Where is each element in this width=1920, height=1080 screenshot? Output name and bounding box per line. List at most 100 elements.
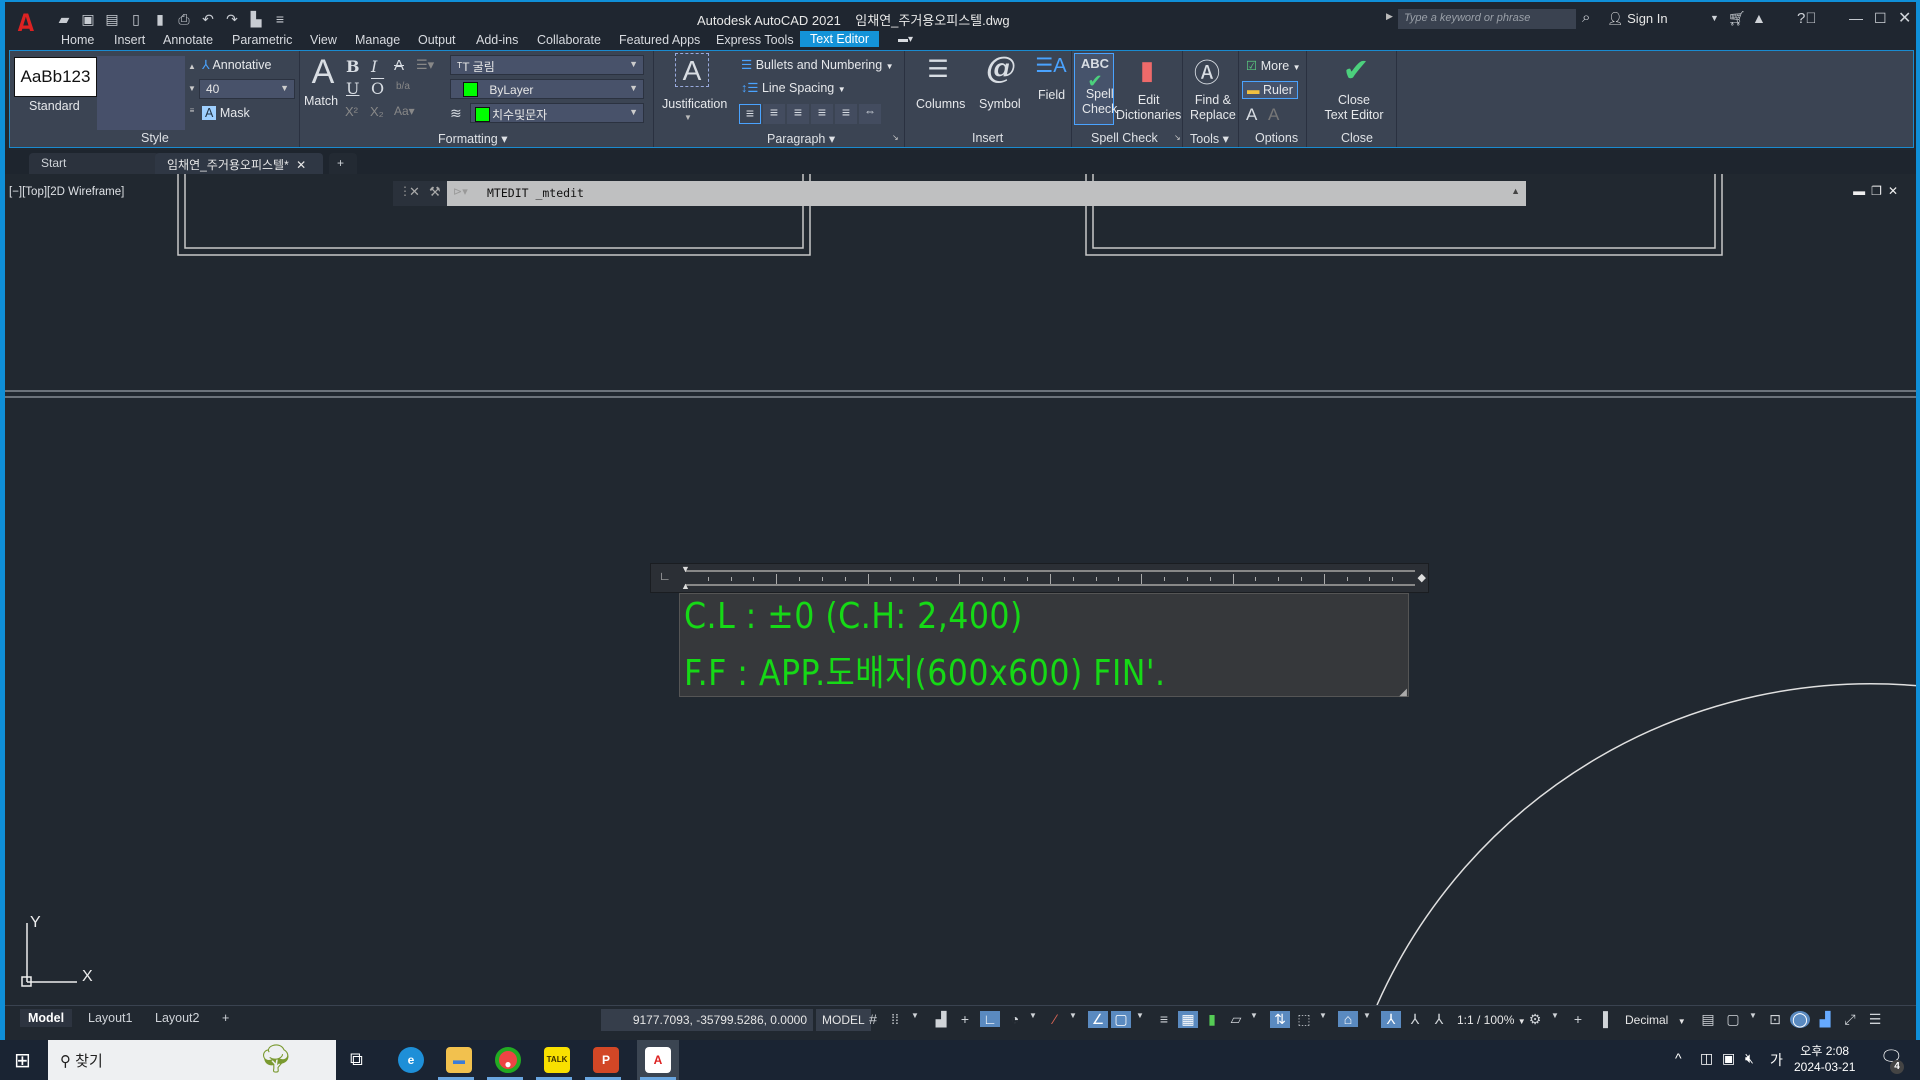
redo-text-icon[interactable]: A bbox=[1268, 105, 1279, 125]
mtext-line-2[interactable]: F.F : APP.도배지(600x600) FIN'. bbox=[684, 644, 1166, 696]
annotation-scale-dropdown[interactable]: 1:1 / 100% ▼ bbox=[1451, 1009, 1532, 1031]
command-history-icon[interactable]: ▲ bbox=[1511, 186, 1520, 196]
windows-start-icon[interactable]: ⊞ bbox=[14, 1048, 31, 1073]
close-command-line-icon[interactable]: ✕ bbox=[409, 184, 420, 200]
selection-cycling-icon[interactable]: ▮ bbox=[1202, 1011, 1222, 1028]
customize-wrench-icon[interactable]: ⚒ bbox=[429, 184, 441, 200]
tab-insert[interactable]: Insert bbox=[114, 33, 145, 47]
add-layout-button[interactable]: + bbox=[214, 1009, 237, 1027]
show-hidden-icons-icon[interactable]: ^ bbox=[1675, 1050, 1682, 1066]
annotation-scale-icon[interactable]: ⅄ bbox=[1429, 1011, 1449, 1028]
tab-manage[interactable]: Manage bbox=[355, 33, 400, 47]
edit-dictionaries-button[interactable]: Edit Dictionaries bbox=[1116, 93, 1181, 123]
text-color-dropdown[interactable]: ByLayer ▼ bbox=[450, 79, 644, 99]
minimize-icon[interactable]: — bbox=[1849, 10, 1863, 26]
tab-model[interactable]: Model bbox=[20, 1009, 73, 1027]
close-text-editor-button[interactable]: Close Text Editor bbox=[1317, 93, 1391, 123]
find-replace-button[interactable]: Find & Replace bbox=[1190, 93, 1236, 123]
snap-dropdown-icon[interactable]: ▼ bbox=[905, 1011, 925, 1020]
spell-check-settings-icon[interactable]: ↘ bbox=[1174, 133, 1181, 142]
maximize-icon[interactable]: ☐ bbox=[1874, 10, 1887, 27]
justify-icon[interactable]: ≡ bbox=[811, 104, 833, 124]
dynamic-input-icon[interactable]: + bbox=[955, 1011, 975, 1027]
osnap-dropdown-icon[interactable]: ▼ bbox=[1130, 1011, 1150, 1020]
lock-ui-dropdown-icon[interactable]: ▼ bbox=[1743, 1011, 1763, 1020]
line-spacing-button[interactable]: ↕☰ Line Spacing ▼ bbox=[741, 80, 846, 95]
columns-icon[interactable]: ☰ bbox=[920, 55, 956, 84]
search-icon[interactable]: ⌕ bbox=[1582, 9, 1590, 26]
mtext-ruler[interactable]: ∟ ▼ ▲ ◆ bbox=[650, 563, 1429, 593]
close-tab-icon[interactable]: ✕ bbox=[296, 158, 306, 172]
taskbar-search[interactable]: ⚲ 찾기 🌳︎ bbox=[48, 1040, 336, 1080]
justification-dropdown-icon[interactable]: ▼ bbox=[684, 113, 692, 122]
tab-current-drawing[interactable]: 임채연_주거용오피스텔* ✕ bbox=[155, 153, 323, 174]
camera-icon[interactable]: ◫ bbox=[1700, 1050, 1713, 1067]
gizmo-dropdown-icon[interactable]: ▼ bbox=[1357, 1011, 1377, 1020]
tab-add-ins[interactable]: Add-ins bbox=[476, 33, 518, 47]
find-replace-icon[interactable]: Ⓐ bbox=[1190, 53, 1224, 90]
coordinates-readout[interactable]: 9177.7093, -35799.5286, 0.0000 bbox=[601, 1009, 813, 1031]
close-text-editor-icon[interactable]: ✔ bbox=[1336, 51, 1376, 89]
ime-indicator[interactable]: 가 bbox=[1770, 1050, 1783, 1070]
help-icon[interactable]: ?⃝ bbox=[1797, 10, 1817, 27]
resize-handle-icon[interactable]: ◢ bbox=[1399, 687, 1407, 698]
mtext-editor[interactable]: C.L : ±0 (C.H: 2,400) F.F : APP.도배지(600x… bbox=[679, 593, 1409, 698]
open-icon[interactable]: ▰ bbox=[55, 11, 73, 27]
plot-icon[interactable]: ⎙ bbox=[175, 11, 193, 27]
auto-scale-icon[interactable]: ⅄ bbox=[1405, 1011, 1425, 1028]
selection-filter-icon[interactable]: ⬚ bbox=[1294, 1011, 1314, 1028]
new-tab-button[interactable]: + bbox=[329, 153, 357, 174]
stack-fraction-icon[interactable]: b/a bbox=[396, 81, 410, 92]
tab-view[interactable]: View bbox=[310, 33, 337, 47]
workspace-gear-icon[interactable]: ⚙ bbox=[1525, 1011, 1545, 1028]
annotation-monitor-icon[interactable]: + bbox=[1568, 1011, 1588, 1027]
clock[interactable]: 오후 2:08 2024-03-21 bbox=[1794, 1043, 1855, 1075]
search-expand-icon[interactable]: ▶ bbox=[1386, 11, 1393, 22]
tab-home[interactable]: Home bbox=[61, 33, 94, 47]
polar-dropdown-icon[interactable]: ▼ bbox=[1023, 1011, 1043, 1020]
ribbon-display-toggle-icon[interactable]: ▬▾ bbox=[898, 34, 913, 45]
command-prompt-icon[interactable]: ⊳▾ bbox=[453, 185, 468, 198]
volume-muted-icon[interactable]: 🔇︎ bbox=[1745, 1050, 1754, 1067]
subscript-icon[interactable]: X₂ bbox=[370, 104, 384, 119]
font-dropdown[interactable]: ᵀT 굴림 ▼ bbox=[450, 55, 644, 75]
dynamic-ucs-icon[interactable]: ⇅ bbox=[1270, 1011, 1290, 1028]
chrome-icon[interactable]: ● bbox=[495, 1047, 521, 1073]
field-button[interactable]: Field bbox=[1038, 88, 1065, 102]
grid-icon[interactable]: # bbox=[863, 1011, 883, 1027]
viewport-minimize-icon[interactable]: ▬ bbox=[1853, 184, 1871, 198]
annotative-toggle[interactable]: ⅄ Annotative bbox=[202, 57, 272, 72]
lock-ui-icon[interactable]: ▢ bbox=[1723, 1011, 1743, 1028]
align-center-icon[interactable]: ≡ bbox=[763, 104, 785, 124]
viewport-restore-icon[interactable]: ❐ bbox=[1871, 184, 1888, 198]
isolate-objects-icon[interactable]: ⊡ bbox=[1765, 1011, 1785, 1028]
mtext-line-1[interactable]: C.L : ±0 (C.H: 2,400) bbox=[684, 596, 1023, 637]
field-icon[interactable]: ☰A bbox=[1034, 53, 1068, 78]
change-case-icon[interactable]: Aa▾ bbox=[394, 104, 415, 118]
panel-title-paragraph[interactable]: Paragraph ▾ bbox=[767, 131, 835, 146]
task-view-icon[interactable]: ⧉ bbox=[350, 1049, 363, 1070]
edit-dictionaries-icon[interactable]: ▮ bbox=[1132, 55, 1162, 86]
tab-layout2[interactable]: Layout2 bbox=[147, 1009, 207, 1027]
powerpoint-icon[interactable]: P bbox=[593, 1047, 619, 1073]
tab-output[interactable]: Output bbox=[418, 33, 456, 47]
tab-parametric[interactable]: Parametric bbox=[232, 33, 292, 47]
text-height-input[interactable]: 40 ▼ bbox=[199, 79, 295, 99]
bullets-numbering-button[interactable]: ☰ Bullets and Numbering ▼ bbox=[741, 57, 894, 72]
isodraft-dropdown-icon[interactable]: ▼ bbox=[1063, 1011, 1083, 1020]
more-button[interactable]: ☑ More ▼ bbox=[1246, 58, 1301, 73]
justification-button[interactable]: Justification bbox=[662, 97, 727, 111]
graphics-performance-icon[interactable]: ▟ bbox=[1815, 1011, 1835, 1028]
tab-start[interactable]: Start bbox=[29, 153, 159, 174]
mask-button[interactable]: A Mask bbox=[202, 106, 250, 120]
superscript-icon[interactable]: X² bbox=[345, 104, 358, 119]
kakaotalk-icon[interactable]: TALK bbox=[544, 1047, 570, 1073]
tab-layout1[interactable]: Layout1 bbox=[80, 1009, 140, 1027]
distribute-icon[interactable]: ≡ bbox=[835, 104, 857, 124]
autodesk-app-icon[interactable]: ▲ bbox=[1752, 10, 1766, 26]
quick-properties-icon[interactable]: ▤ bbox=[1698, 1011, 1718, 1028]
match-properties-icon[interactable]: A bbox=[304, 53, 342, 92]
snap-icon[interactable]: ⁞⁞ bbox=[885, 1011, 905, 1027]
overline-icon[interactable]: O bbox=[371, 79, 384, 98]
units-icon[interactable]: ▌ bbox=[1598, 1011, 1618, 1027]
